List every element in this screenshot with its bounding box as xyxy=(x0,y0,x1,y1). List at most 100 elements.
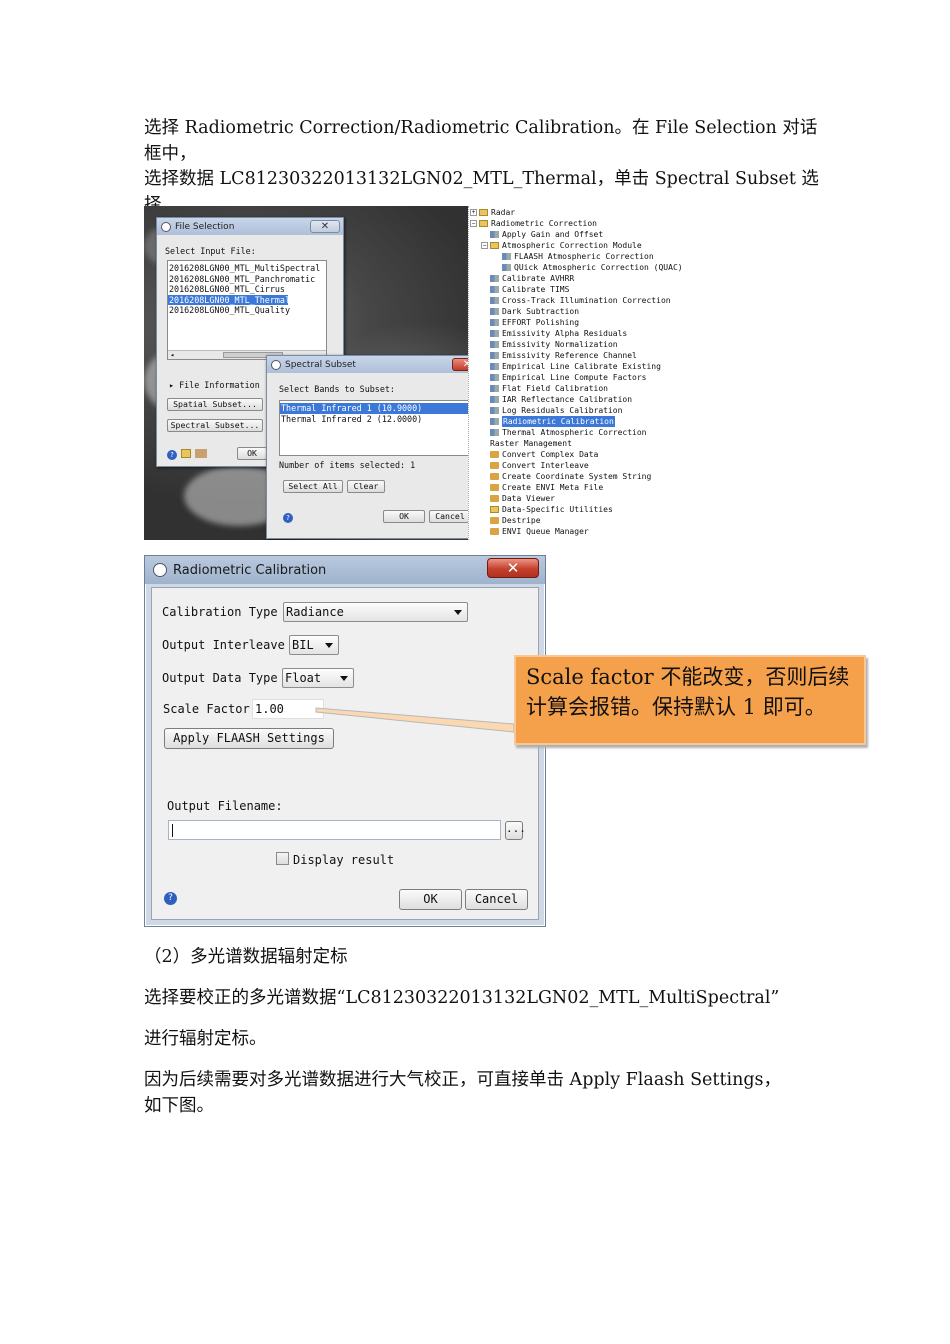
close-icon[interactable]: ✕ xyxy=(310,220,340,233)
file-list-item[interactable]: 2016208LGN00_MTL_MultiSpectral xyxy=(168,263,326,274)
tree-node[interactable]: Convert Interleave xyxy=(490,460,589,471)
file-list-item[interactable]: 2016208LGN00_MTL_Panchromatic xyxy=(168,274,326,285)
radiometric-calibration-title: Radiometric Calibration xyxy=(173,562,327,578)
file-list-item[interactable]: 2016208LGN00_MTL_Quality xyxy=(168,305,326,316)
tree-node-selected[interactable]: Radiometric Calibration xyxy=(490,416,615,427)
doc-icon xyxy=(490,462,499,469)
clear-button[interactable]: Clear xyxy=(347,480,385,493)
file-selection-ok-button[interactable]: OK xyxy=(237,447,267,460)
tree-node[interactable]: Data-Specific Utilities xyxy=(490,504,613,515)
output-filename-label: Output Filename: xyxy=(167,799,283,813)
display-result-checkbox[interactable] xyxy=(276,852,289,865)
callout-line-2: 计算会报错。保持默认 1 即可。 xyxy=(526,695,826,719)
tree-node[interactable]: Log Residuals Calibration xyxy=(490,405,622,416)
tool-icon xyxy=(502,264,511,271)
output-data-type-value: Float xyxy=(285,671,322,685)
help-icon[interactable]: ? xyxy=(283,513,293,523)
tool-icon xyxy=(490,319,499,326)
chevron-down-icon xyxy=(340,676,348,681)
browse-button[interactable]: ... xyxy=(505,821,526,840)
doc-icon xyxy=(490,484,499,491)
tree-node[interactable]: Apply Gain and Offset xyxy=(490,229,603,240)
tree-node[interactable]: Emissivity Reference Channel xyxy=(490,350,637,361)
file-list-item[interactable]: 2016208LGN00_MTL_Cirrus xyxy=(168,284,326,295)
tree-node[interactable]: Data Viewer xyxy=(490,493,555,504)
tree-node[interactable]: Raster Management xyxy=(490,438,572,449)
apply-flaash-settings-button[interactable]: Apply FLAASH Settings xyxy=(164,728,334,749)
spectral-subset-title: Spectral Subset xyxy=(285,359,356,370)
tree-node[interactable]: FLAASH Atmospheric Correction xyxy=(502,251,654,262)
output-interleave-select[interactable]: BIL xyxy=(289,635,339,655)
spectral-subset-cancel-button[interactable]: Cancel xyxy=(429,510,471,523)
file-selection-titlebar[interactable]: File Selection ✕ xyxy=(157,218,343,235)
tree-node[interactable]: Thermal Atmospheric Correction xyxy=(490,427,647,438)
ok-button[interactable]: OK xyxy=(399,889,462,910)
calibration-type-label: Calibration Type xyxy=(162,605,278,619)
tree-node[interactable]: Empirical Line Calibrate Existing xyxy=(490,361,661,372)
file-list[interactable]: 2016208LGN00_MTL_MultiSpectral 2016208LG… xyxy=(167,260,327,360)
select-all-button[interactable]: Select All xyxy=(283,480,343,493)
tree-node[interactable]: EFFORT Polishing xyxy=(490,317,579,328)
toolbox-tree: + Radar − Radiometric Correction Apply Gai… xyxy=(468,206,718,540)
tree-node[interactable]: Emissivity Alpha Residuals xyxy=(490,328,627,339)
tree-node[interactable]: Calibrate TIMS xyxy=(490,284,569,295)
spectral-subset-button[interactable]: Spectral Subset... xyxy=(167,419,263,432)
tree-node[interactable]: Cross-Track Illumination Correction xyxy=(490,295,671,306)
folder-icon xyxy=(490,506,499,513)
calibration-type-select[interactable]: Radiance xyxy=(283,602,468,622)
tool-icon xyxy=(490,341,499,348)
radiometric-calibration-titlebar[interactable]: Radiometric Calibration ✕ xyxy=(145,556,545,584)
tree-node[interactable]: Emissivity Normalization xyxy=(490,339,618,350)
scale-factor-input[interactable]: 1.00 xyxy=(252,699,324,719)
tool-icon xyxy=(502,253,511,260)
output-interleave-label: Output Interleave xyxy=(162,638,285,652)
tree-node[interactable]: Convert Complex Data xyxy=(490,449,598,460)
tree-node[interactable]: Flat Field Calibration xyxy=(490,383,608,394)
display-result-label: Display result xyxy=(293,853,395,867)
output-data-type-label: Output Data Type xyxy=(162,671,278,685)
tree-node[interactable]: Dark Subtraction xyxy=(490,306,579,317)
close-icon[interactable]: ✕ xyxy=(487,558,539,578)
tree-node[interactable]: Empirical Line Compute Factors xyxy=(490,372,647,383)
intro-line-1: 选择 Radiometric Correction/Radiometric Ca… xyxy=(144,118,818,164)
output-filename-input[interactable] xyxy=(168,820,501,840)
file-list-item-selected[interactable]: 2016208LGN00_MTL_Thermal xyxy=(168,294,290,305)
envi-icon xyxy=(271,359,281,370)
doc-icon xyxy=(490,495,499,502)
tree-node[interactable]: + Radar xyxy=(470,207,515,218)
band-list[interactable]: Thermal Infrared 1 (10.9000) Thermal Inf… xyxy=(279,400,475,456)
tree-node[interactable]: Create ENVI Meta File xyxy=(490,482,603,493)
tree-node[interactable]: − Atmospheric Correction Module xyxy=(481,240,642,251)
callout-note: Scale factor 不能改变，否则后续 计算会报错。保持默认 1 即可。 xyxy=(514,655,866,745)
spectral-subset-ok-button[interactable]: OK xyxy=(383,510,425,523)
tool-icon xyxy=(490,407,499,414)
band-list-item-selected[interactable]: Thermal Infrared 1 (10.9000) xyxy=(280,403,474,414)
tree-node[interactable]: QUick Atmospheric Correction (QUAC) xyxy=(502,262,683,273)
spatial-subset-button[interactable]: Spatial Subset... xyxy=(167,398,263,411)
items-selected-count: Number of items selected: 1 xyxy=(279,460,416,470)
tool-icon xyxy=(490,352,499,359)
tool-icon xyxy=(490,330,499,337)
doc-icon xyxy=(490,473,499,480)
section-paragraph-3-line-2: 如下图。 xyxy=(144,1095,214,1116)
tree-node[interactable]: Destripe xyxy=(490,515,541,526)
output-interleave-value: BIL xyxy=(292,638,314,652)
file-information-toggle[interactable]: ▸ File Information xyxy=(169,380,260,390)
tree-node[interactable]: IAR Reflectance Calibration xyxy=(490,394,632,405)
help-icon[interactable]: ? xyxy=(164,892,177,905)
help-icon[interactable]: ? xyxy=(167,450,177,460)
scale-factor-label: Scale Factor xyxy=(163,702,250,716)
tree-node[interactable]: Create Coordinate System String xyxy=(490,471,651,482)
tree-node[interactable]: − Radiometric Correction xyxy=(470,218,597,229)
tree-node[interactable]: ENVI Queue Manager xyxy=(490,526,589,537)
cancel-button[interactable]: Cancel xyxy=(465,889,528,910)
band-list-item[interactable]: Thermal Infrared 2 (12.0000) xyxy=(280,414,474,425)
open-folder-icon[interactable] xyxy=(181,449,191,458)
spectral-subset-titlebar[interactable]: Spectral Subset ✕ xyxy=(267,356,485,373)
tree-node[interactable]: Calibrate AVHRR xyxy=(490,273,574,284)
tool-icon xyxy=(490,374,499,381)
data-manager-icon[interactable] xyxy=(195,449,207,458)
file-information-label: File Information xyxy=(179,380,260,390)
spectral-subset-dialog: Spectral Subset ✕ Select Bands to Subset… xyxy=(266,355,486,539)
output-data-type-select[interactable]: Float xyxy=(282,668,354,688)
